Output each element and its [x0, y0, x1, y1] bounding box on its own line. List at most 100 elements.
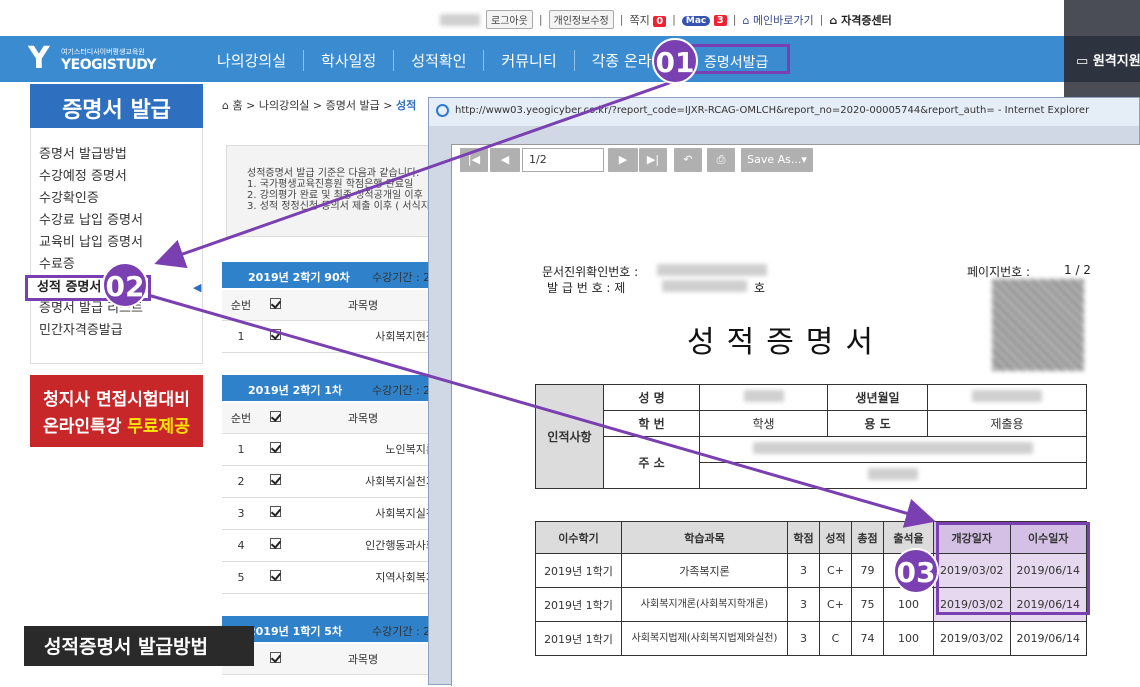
breadcrumb: ⌂ 홈 > 나의강의실 > 증명서 발급 > 성적: [222, 99, 417, 112]
row-checkbox[interactable]: [260, 465, 290, 498]
row-total: 79: [851, 553, 884, 588]
separator: |: [672, 13, 676, 26]
nav-menu: 나의강의실 학사일정 성적확인 커뮤니티 각종 온라인 신: [200, 50, 701, 71]
table-row: 1 사회복지현장: [222, 320, 436, 353]
col-subject: 과목명: [290, 290, 436, 321]
issue-number-blurred: [662, 280, 747, 292]
table-row: 2 사회복지실천기: [222, 465, 436, 498]
separator: |: [619, 13, 624, 26]
birth-label: 생년월일: [827, 384, 928, 411]
row-subject: 사회복지실천: [290, 497, 436, 530]
top-utility-bar: 로그아웃 | 개인정보수정 | 쪽지 0 | Mac 3 | ⌂ 메인바로가기 …: [0, 0, 1140, 36]
course-table: 순번 과목명 1 사회복지현장: [222, 290, 436, 353]
save-as-button[interactable]: Save As...▾: [741, 148, 813, 172]
logo-text: YEOGISTUDY: [61, 57, 157, 73]
sidebar-item-planned[interactable]: 수강예정 증명서: [39, 166, 202, 188]
birth-value: [927, 384, 1087, 411]
note-link[interactable]: 쪽지 0: [629, 12, 667, 28]
last-page-icon[interactable]: ▶|: [639, 148, 667, 172]
col-credit: 학점: [787, 521, 820, 554]
row-checkbox[interactable]: [260, 529, 290, 562]
breadcrumb-cert[interactable]: 증명서 발급: [326, 99, 380, 112]
student-value: 학생: [699, 410, 828, 437]
row-start: 2019/03/02: [933, 621, 1011, 656]
sidebar-item-fee[interactable]: 수강료 납입 증명서: [39, 210, 202, 232]
col-subject: 학습과목: [621, 521, 788, 554]
row-subject: 지역사회복지: [290, 561, 436, 594]
info-section-label: 인적사항: [535, 384, 604, 489]
breadcrumb-classroom[interactable]: 나의강의실: [259, 99, 310, 112]
doc-issue-suffix: 호: [754, 281, 766, 295]
banner-free: 무료제공: [127, 417, 190, 437]
name-label: 성 명: [603, 384, 700, 411]
col-no: 순번: [222, 403, 260, 434]
row-grade: C: [819, 621, 852, 656]
row-checkbox[interactable]: [260, 497, 290, 530]
notice-line: 3. 성적 정정신청 동의서 제출 이후 ( 서식지: [247, 201, 430, 212]
course-table: 순번과목명: [222, 644, 436, 675]
nav-item-schedule[interactable]: 학사일정: [304, 50, 395, 71]
notice-line: 2. 강의평가 완료 및 최종 성적공개일 이후: [247, 190, 423, 201]
nav-item-classroom[interactable]: 나의강의실: [200, 50, 305, 71]
row-subject: 사회복지개론(사회복지학개론): [621, 587, 788, 622]
page-input[interactable]: 1/2: [522, 148, 604, 172]
logo-mark: Y: [28, 41, 50, 76]
header-checkbox[interactable]: [260, 403, 290, 434]
row-subject: 사회복지법제(사회복지법제와실천): [621, 621, 788, 656]
notice-line: 1. 국가평생교육진흥원 학점은행 완료일: [247, 179, 414, 190]
row-subject: 사회복지현장: [290, 320, 436, 353]
qr-code-blurred: [992, 279, 1084, 371]
breadcrumb-home[interactable]: 홈: [232, 99, 242, 112]
name-value: [699, 384, 828, 411]
purpose-value: 제출용: [927, 410, 1087, 437]
row-checkbox[interactable]: [260, 320, 290, 353]
row-no: 1: [222, 433, 260, 466]
home-icon: ⌂: [742, 13, 750, 27]
mac-link[interactable]: Mac 3: [681, 13, 727, 26]
row-subject: 가족복지론: [621, 553, 788, 588]
student-label: 학 번: [603, 410, 700, 437]
nav-item-community[interactable]: 커뮤니티: [484, 50, 575, 71]
back-icon[interactable]: ↶: [674, 148, 702, 172]
remote-support-button[interactable]: ▭ 원격지원: [1064, 36, 1140, 82]
header-checkbox[interactable]: [260, 644, 290, 675]
table-row: 3 사회복지실천: [222, 497, 436, 530]
table-row: 4 인간행동과사회: [222, 529, 436, 562]
print-icon[interactable]: ⎙: [707, 148, 735, 172]
ie-icon: [436, 104, 449, 117]
notice-line: 성적증명서 발급 기준은 다음과 같습니다.: [247, 168, 420, 179]
breadcrumb-current: 성적: [395, 99, 417, 112]
cert-center-label: 자격증센터: [841, 13, 892, 27]
first-page-icon[interactable]: |◀: [460, 148, 488, 172]
main-page-link[interactable]: ⌂ 메인바로가기: [742, 12, 813, 28]
cert-center-link[interactable]: ⌂ 자격증센터: [829, 12, 891, 28]
row-term: 2019년 1학기: [535, 587, 622, 622]
row-grade: C+: [819, 587, 852, 622]
sidebar-item-private-cert[interactable]: 민간자격증발급: [39, 320, 202, 342]
col-subject: 과목명: [290, 403, 436, 434]
col-total: 총점: [851, 521, 884, 554]
confirm-number-blurred: [657, 264, 767, 276]
row-credit: 3: [787, 621, 820, 656]
prev-page-icon[interactable]: ◀: [490, 148, 520, 172]
row-no: 4: [222, 529, 260, 562]
promo-banner[interactable]: 청지사 면접시험대비 온라인특강 무료제공: [30, 375, 203, 447]
row-checkbox[interactable]: [260, 561, 290, 594]
row-total: 75: [851, 587, 884, 622]
active-indicator-icon: ◀: [193, 281, 202, 294]
sidebar-item-guide[interactable]: 증명서 발급방법: [39, 144, 202, 166]
next-page-icon[interactable]: ▶: [608, 148, 638, 172]
edit-info-button[interactable]: 개인정보수정: [548, 10, 614, 29]
col-subject: 과목명: [290, 644, 436, 675]
nav-item-grades[interactable]: 성적확인: [394, 50, 485, 71]
caption-label: 성적증명서 발급방법: [24, 626, 254, 666]
logout-button[interactable]: 로그아웃: [486, 10, 533, 29]
table-row: 1 노인복지론: [222, 433, 436, 466]
header-checkbox[interactable]: [260, 290, 290, 321]
nav-item-certificate[interactable]: 증명서발급: [690, 44, 790, 74]
row-no: 1: [222, 320, 260, 353]
separator: |: [819, 13, 824, 26]
sidebar-item-education-fee[interactable]: 교육비 납입 증명서: [39, 232, 202, 254]
sidebar-item-attendance[interactable]: 수강확인증: [39, 188, 202, 210]
row-checkbox[interactable]: [260, 433, 290, 466]
